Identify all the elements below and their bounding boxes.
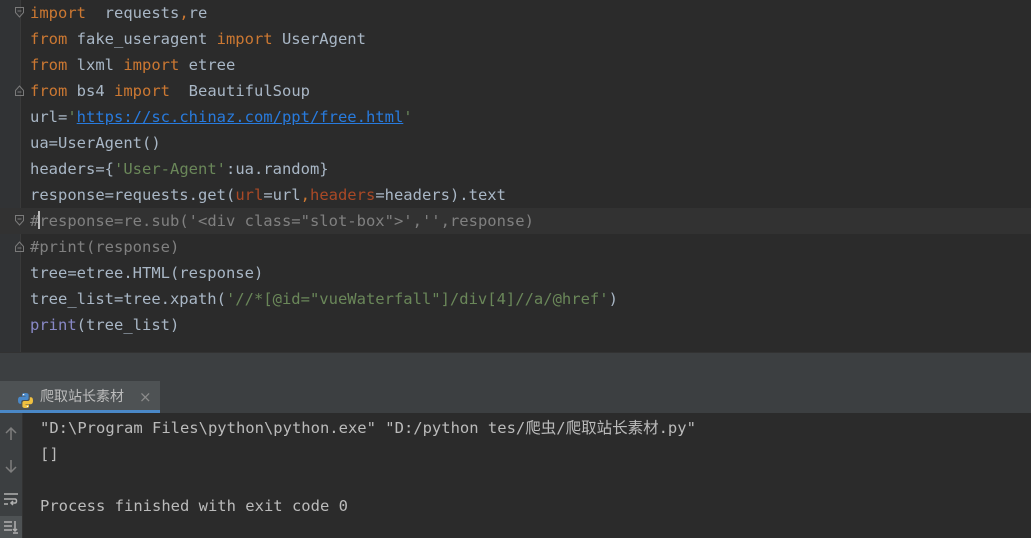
- code-token: BeautifulSoup: [170, 82, 310, 100]
- code-token: tree_list=tree.xpath(: [30, 290, 226, 308]
- code-line[interactable]: #print(response): [0, 234, 1031, 260]
- code-line[interactable]: ua=UserAgent(): [0, 130, 1031, 156]
- code-token: requests: [86, 4, 180, 22]
- code-token: :ua.random}: [225, 160, 329, 178]
- code-line-text: from lxml import etree: [30, 52, 235, 78]
- code-token: import: [30, 4, 86, 22]
- code-line-text: #print(response): [30, 234, 179, 260]
- code-token: print: [30, 316, 77, 334]
- console-line: []: [40, 445, 59, 463]
- code-line[interactable]: tree_list=tree.xpath('//*[@id="vueWaterf…: [0, 286, 1031, 312]
- code-token: ,: [300, 186, 310, 204]
- code-line[interactable]: import requests,re: [0, 0, 1031, 26]
- code-token: 'User-Agent': [114, 160, 226, 178]
- code-line[interactable]: url='https://sc.chinaz.com/ppt/free.html…: [0, 104, 1031, 130]
- code-line[interactable]: tree=etree.HTML(response): [0, 260, 1031, 286]
- code-line[interactable]: from bs4 import BeautifulSoup: [0, 78, 1031, 104]
- console-line: Process finished with exit code 0: [40, 497, 348, 515]
- code-token: from: [30, 82, 68, 100]
- code-line-text: from bs4 import BeautifulSoup: [30, 78, 310, 104]
- code-token: ): [608, 290, 618, 308]
- code-token: (tree_list): [76, 316, 180, 334]
- code-line[interactable]: print(tree_list): [0, 312, 1031, 338]
- fold-icon[interactable]: [15, 7, 24, 18]
- fold-icon[interactable]: [15, 241, 24, 252]
- code-line[interactable]: #response=re.sub('<div class="slot-box">…: [0, 208, 1031, 234]
- code-token: headers={: [30, 160, 114, 178]
- code-token: re: [188, 4, 208, 22]
- run-tab-label: 爬取站长素材: [40, 389, 124, 405]
- code-line-text: url='https://sc.chinaz.com/ppt/free.html…: [30, 104, 413, 130]
- run-tab[interactable]: 爬取站长素材 ×: [0, 381, 160, 413]
- code-editor[interactable]: import requests,re from fake_useragent im…: [0, 0, 1031, 352]
- code-token: etree: [179, 56, 236, 74]
- code-token: '//*[@id="vueWaterfall"]/div[4]//a/@href…: [225, 290, 609, 308]
- code-line-text: #response=re.sub('<div class="slot-box">…: [30, 208, 534, 234]
- code-token: https://sc.chinaz.com/ppt/free.html: [76, 108, 404, 126]
- code-line-text: from fake_useragent import UserAgent: [30, 26, 366, 52]
- arrow-up-icon[interactable]: [0, 423, 22, 445]
- code-token: import: [216, 30, 273, 48]
- code-line-text: tree_list=tree.xpath('//*[@id="vueWaterf…: [30, 286, 618, 312]
- code-token: fake_useragent: [67, 30, 217, 48]
- code-token: url=: [30, 108, 68, 126]
- code-token: from: [30, 56, 68, 74]
- arrow-down-icon[interactable]: [0, 455, 22, 477]
- code-token: tree=etree.HTML(response): [30, 264, 264, 282]
- code-line-text: tree=etree.HTML(response): [30, 260, 263, 286]
- code-line-text: response=requests.get(url=url,headers=he…: [30, 182, 506, 208]
- code-token: response=requests.get(: [30, 186, 236, 204]
- console-line: "D:\Program Files\python\python.exe" "D:…: [40, 419, 696, 437]
- code-token: lxml: [67, 56, 124, 74]
- fold-icon[interactable]: [15, 215, 24, 226]
- panel-divider[interactable]: [0, 352, 1031, 381]
- soft-wrap-icon[interactable]: [0, 488, 22, 510]
- code-token: url: [235, 186, 264, 204]
- code-token: ,: [179, 4, 189, 22]
- code-token: #print(response): [30, 238, 180, 256]
- fold-icon[interactable]: [15, 85, 24, 96]
- close-icon[interactable]: ×: [139, 381, 152, 413]
- code-token: =headers).text: [375, 186, 506, 204]
- code-token: response=re.sub('<div class="slot-box">'…: [39, 212, 534, 230]
- code-line[interactable]: headers={'User-Agent':ua.random}: [0, 156, 1031, 182]
- code-token: headers: [309, 186, 376, 204]
- code-line[interactable]: from lxml import etree: [0, 52, 1031, 78]
- code-token: ua=UserAgent(): [30, 134, 161, 152]
- code-line[interactable]: from fake_useragent import UserAgent: [0, 26, 1031, 52]
- code-token: UserAgent: [272, 30, 366, 48]
- run-panel-header: 爬取站长素材 ×: [0, 381, 1031, 414]
- code-line-text: print(tree_list): [30, 312, 179, 338]
- console-toolbar: [0, 413, 23, 538]
- code-token: from: [30, 30, 68, 48]
- code-line[interactable]: response=requests.get(url=url,headers=he…: [0, 182, 1031, 208]
- code-line-text: ua=UserAgent(): [30, 130, 161, 156]
- scroll-to-end-icon[interactable]: [0, 516, 22, 538]
- code-token: =url: [263, 186, 301, 204]
- console-output[interactable]: "D:\Program Files\python\python.exe" "D:…: [23, 413, 1031, 538]
- code-token: import: [114, 82, 170, 100]
- code-token: ': [403, 108, 413, 126]
- code-token: ': [67, 108, 77, 126]
- code-token: import: [123, 56, 180, 74]
- code-line-text: import requests,re: [30, 0, 207, 26]
- code-line-text: headers={'User-Agent':ua.random}: [30, 156, 329, 182]
- code-token: bs4: [67, 82, 114, 100]
